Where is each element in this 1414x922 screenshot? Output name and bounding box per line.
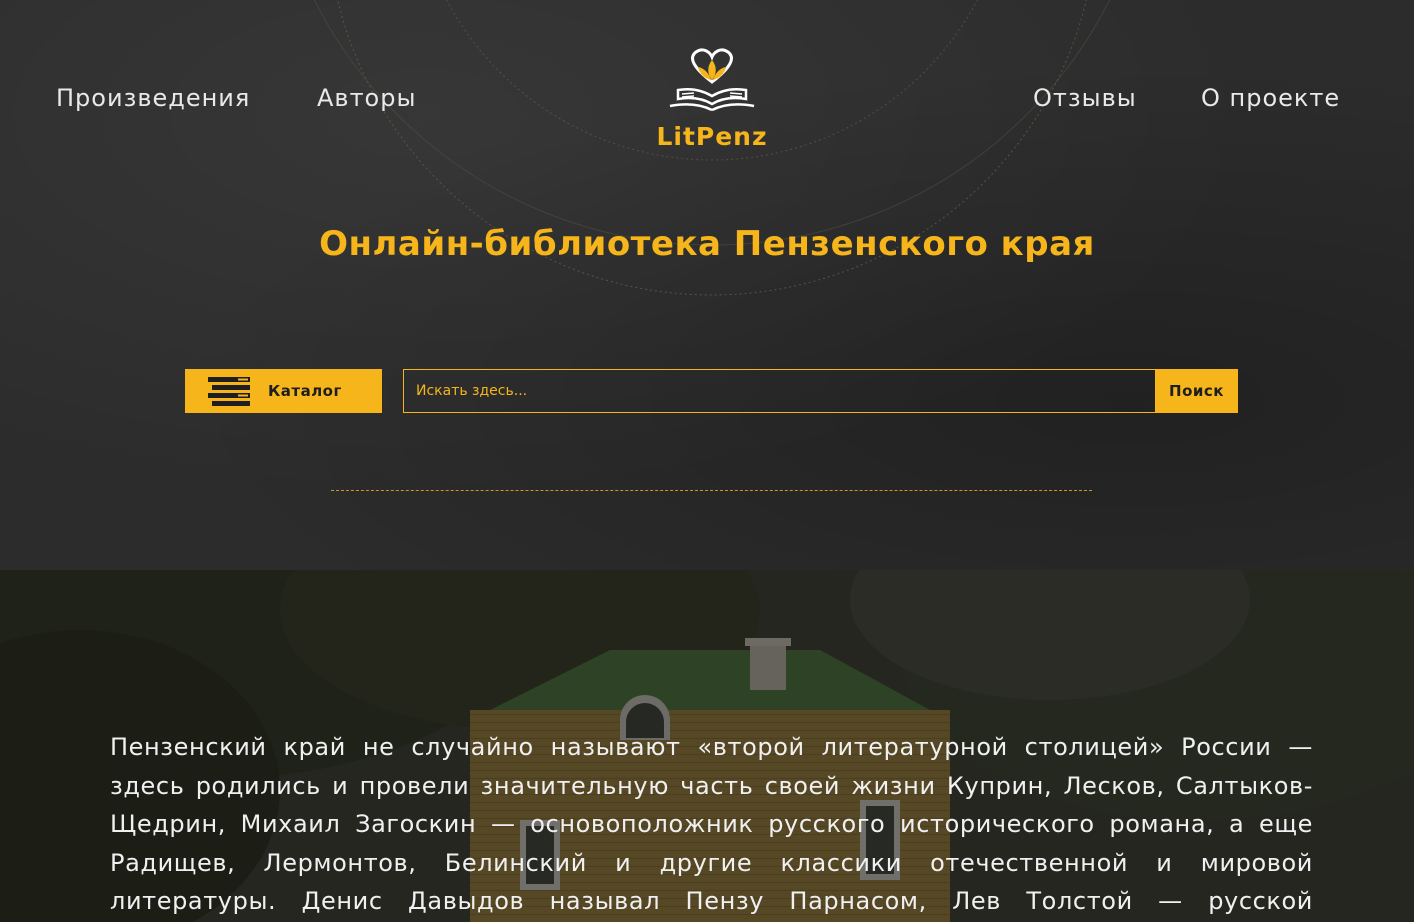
catalog-label: Каталог bbox=[268, 382, 342, 400]
intro-section: Пензенский край не случайно называют «вт… bbox=[0, 570, 1414, 922]
book-heart-logo-icon bbox=[669, 48, 755, 112]
nav-link-about[interactable]: О проекте bbox=[1201, 84, 1340, 112]
catalog-button[interactable]: Каталог bbox=[185, 369, 382, 413]
nav-link-authors[interactable]: Авторы bbox=[317, 84, 416, 112]
nav-link-works[interactable]: Произведения bbox=[56, 84, 250, 112]
books-stack-icon bbox=[208, 377, 250, 406]
dashed-divider bbox=[331, 490, 1092, 491]
intro-paragraph: Пензенский край не случайно называют «вт… bbox=[110, 733, 1313, 915]
hero-section: Произведения Авторы Отзывы О проекте Lit… bbox=[0, 0, 1414, 570]
logo[interactable]: LitPenz bbox=[652, 46, 772, 158]
nav-link-reviews[interactable]: Отзывы bbox=[1033, 84, 1137, 112]
logo-text: LitPenz bbox=[656, 122, 768, 151]
search-button[interactable]: Поиск bbox=[1155, 369, 1238, 413]
page-title: Онлайн-библиотека Пензенского края bbox=[319, 224, 1095, 264]
search-input[interactable] bbox=[403, 369, 1155, 413]
